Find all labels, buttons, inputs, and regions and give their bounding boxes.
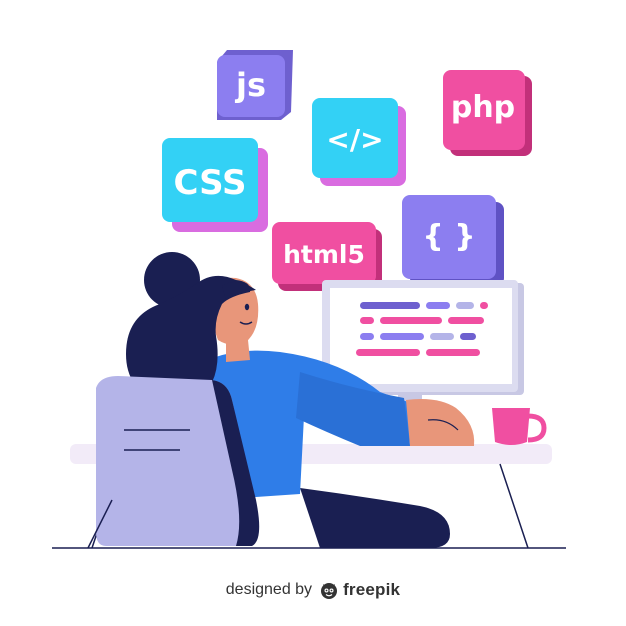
- chip-css: CSS: [162, 138, 268, 232]
- chip-php: php: [443, 70, 532, 156]
- chip-php-label: php: [451, 90, 515, 125]
- attribution: designed by freepik: [0, 576, 626, 604]
- chip-tag-label: </>: [326, 123, 383, 156]
- chip-js-label: js: [234, 66, 266, 104]
- chip-css-label: CSS: [173, 163, 246, 203]
- chip-tag: </>: [312, 98, 406, 186]
- chip-js: js: [217, 50, 293, 120]
- illustration: js </> php CSS html5 { }: [52, 50, 566, 549]
- freepik-logo-icon: [321, 583, 338, 599]
- attribution-brand: freepik: [343, 580, 401, 599]
- chip-braces-label: { }: [422, 219, 475, 254]
- coffee-cup-icon: [492, 408, 547, 445]
- chip-html5-label: html5: [283, 240, 365, 269]
- chip-braces: { }: [402, 195, 504, 286]
- attribution-prefix: designed by: [225, 581, 313, 598]
